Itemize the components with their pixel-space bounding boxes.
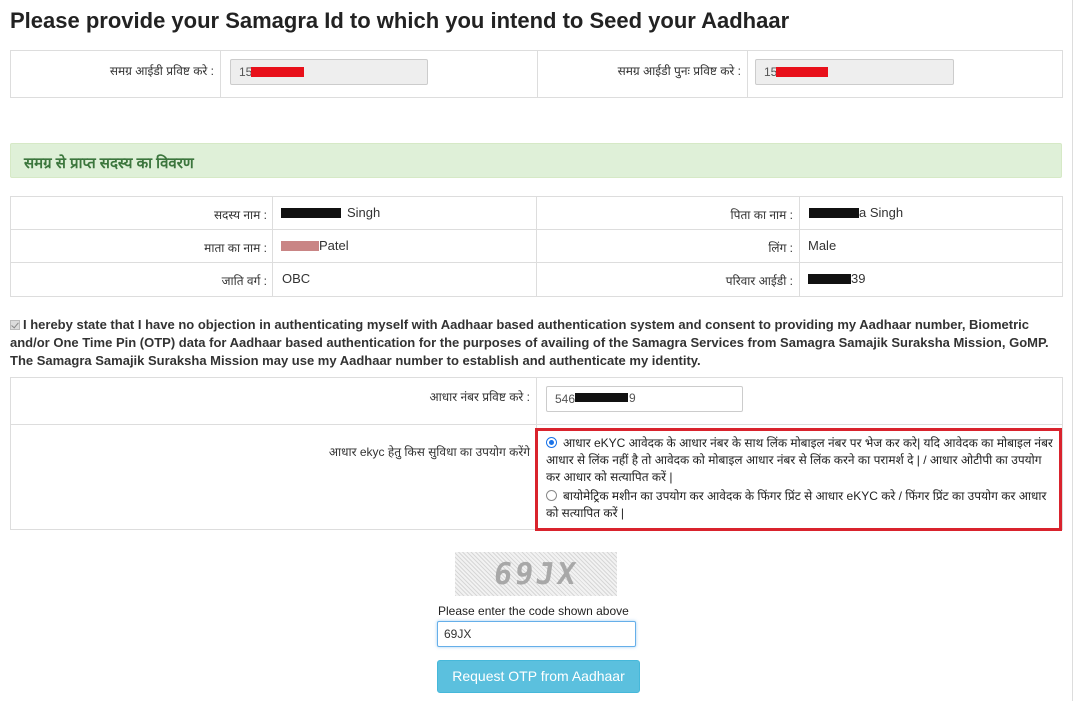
samagra-id-reenter-label: समग्र आईडी पुनः प्रविष्ट करे : [617, 64, 741, 78]
redaction-mark [281, 208, 341, 218]
samagra-id-panel: समग्र आईडी प्रविष्ट करे : समग्र आईडी पुन… [10, 50, 1063, 98]
ekyc-method-label: आधार ekyc हेतु किस सुविधा का उपयोग करेंग… [328, 445, 530, 459]
consent-text: I hereby state that I have no objection … [10, 317, 1049, 368]
redaction-mark [251, 67, 304, 77]
mother-name-label: माता का नाम : [204, 241, 267, 255]
mother-name-value: Patel [319, 238, 349, 253]
page-right-border [1072, 0, 1073, 701]
captcha-image: 69JX [455, 552, 617, 596]
member-details-table: सदस्य नाम : Singh पिता का नाम : a Singh … [10, 196, 1063, 297]
ekyc-option-biometric[interactable]: बायोमेट्रिक मशीन का उपयोग कर आवेदक के फि… [546, 488, 1056, 522]
family-id-label: परिवार आईडी : [725, 274, 793, 288]
family-id-value: 39 [851, 271, 866, 286]
request-otp-button[interactable]: Request OTP from Aadhaar [437, 660, 640, 693]
consent-statement: I hereby state that I have no objection … [10, 316, 1065, 370]
caste-label: जाति वर्ग : [221, 274, 267, 288]
caste-value: OBC [282, 271, 311, 286]
ekyc-option-biometric-text: बायोमेट्रिक मशीन का उपयोग कर आवेदक के फि… [546, 489, 1047, 520]
redaction-mark [808, 274, 851, 284]
biometric-radio[interactable] [546, 490, 557, 501]
consent-checkbox[interactable] [10, 320, 20, 330]
member-details-heading: समग्र से प्राप्त सदस्य का विवरण [10, 143, 1062, 178]
captcha-image-text: 69JX [491, 556, 581, 592]
otp-radio[interactable] [546, 437, 557, 448]
member-name-label: सदस्य नाम : [213, 208, 267, 222]
redaction-mark [281, 241, 319, 251]
captcha-input[interactable] [437, 621, 636, 647]
gender-label: लिंग : [768, 241, 793, 255]
father-name-value: a Singh [859, 205, 904, 220]
captcha-label: Please enter the code shown above [438, 604, 629, 618]
aadhaar-number-suffix: 9 [629, 391, 636, 405]
redaction-mark [776, 67, 828, 77]
ekyc-options-highlight: आधार eKYC आवेदक के आधार नंबर के साथ लिंक… [535, 428, 1062, 531]
ekyc-option-otp-text: आधार eKYC आवेदक के आधार नंबर के साथ लिंक… [546, 436, 1053, 484]
samagra-id-label: समग्र आईडी प्रविष्ट करे : [109, 64, 214, 78]
column-divider [536, 197, 537, 296]
ekyc-option-otp[interactable]: आधार eKYC आवेदक के आधार नंबर के साथ लिंक… [546, 435, 1056, 486]
column-divider [272, 197, 273, 296]
aadhaar-number-label: आधार नंबर प्रविष्ट करे : [429, 390, 531, 404]
page-title: Please provide your Samagra Id to which … [10, 8, 790, 33]
column-divider [799, 197, 800, 296]
redaction-mark [575, 393, 628, 402]
panel-divider [220, 51, 221, 97]
father-name-label: पिता का नाम : [730, 208, 793, 222]
member-name-value: Singh [347, 205, 381, 220]
redaction-mark [809, 208, 859, 218]
gender-value: Male [808, 238, 837, 253]
panel-divider [747, 51, 748, 97]
panel-divider [537, 51, 538, 97]
